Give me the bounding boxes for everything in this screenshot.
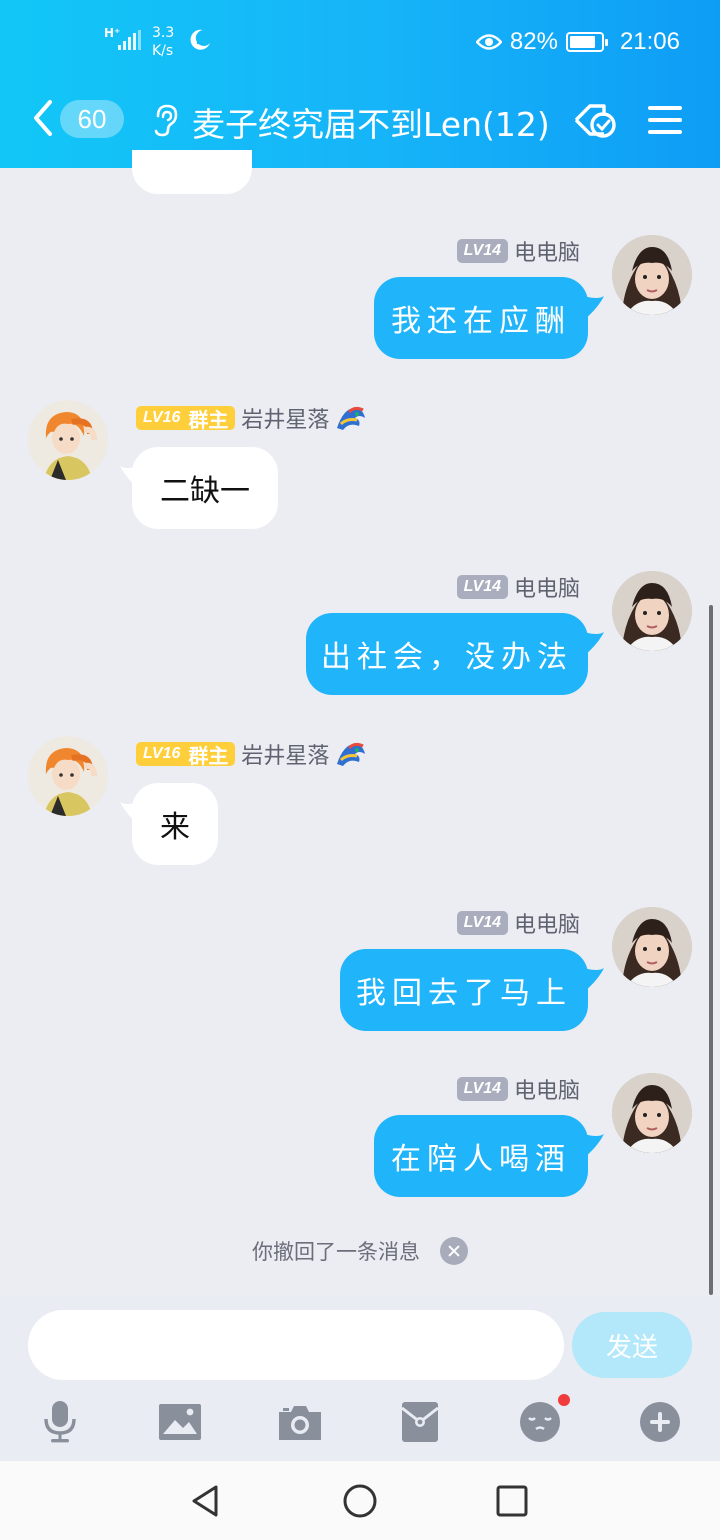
ear-icon[interactable]: [150, 102, 180, 138]
scrollbar[interactable]: [709, 605, 713, 1295]
image-icon[interactable]: [156, 1398, 204, 1446]
battery-percent: 82%: [509, 28, 558, 55]
avatar[interactable]: [612, 235, 692, 315]
sender-row: LV16 群主 岩井星落: [136, 402, 367, 434]
previous-message-bubble: [132, 150, 252, 194]
notification-dot: [558, 1394, 570, 1406]
plus-icon[interactable]: [636, 1398, 684, 1446]
level-badge: LV16 群主: [136, 742, 236, 768]
back-nav-icon[interactable]: [186, 1481, 226, 1521]
bubble-tail: [584, 1134, 604, 1158]
level-text: LV16: [143, 409, 181, 426]
microphone-icon[interactable]: [36, 1398, 84, 1446]
camera-icon[interactable]: [276, 1398, 324, 1446]
bubble-tail: [584, 296, 604, 320]
avatar[interactable]: [612, 1073, 692, 1153]
battery-icon: [565, 32, 608, 52]
avatar[interactable]: [28, 736, 108, 816]
sender-row: LV14 电电脑: [456, 235, 580, 267]
sender-row: LV14 电电脑: [456, 907, 580, 939]
sender-row: LV16 群主 岩井星落: [136, 738, 367, 770]
level-badge: LV14: [456, 575, 508, 599]
home-nav-icon[interactable]: [340, 1481, 380, 1521]
bubble-tail: [584, 632, 604, 656]
bubble-tail: [584, 968, 604, 992]
clock: 21:06: [619, 28, 680, 55]
send-button[interactable]: 发送: [572, 1312, 692, 1378]
recent-apps-icon[interactable]: [492, 1481, 532, 1521]
message-bubble[interactable]: 我回去了马上: [340, 949, 588, 1031]
status-right: 82% 21:06: [475, 28, 680, 56]
input-area: 发送: [0, 1296, 720, 1461]
message-bubble[interactable]: 我还在应酬: [374, 277, 588, 359]
red-packet-icon[interactable]: [396, 1398, 444, 1446]
system-nav-bar: [0, 1461, 720, 1540]
moon-icon: [190, 29, 210, 50]
close-icon[interactable]: [440, 1237, 468, 1265]
sender-name: 岩井星落: [241, 744, 330, 769]
level-badge: LV14: [456, 239, 508, 263]
back-icon[interactable]: [28, 96, 58, 140]
avatar[interactable]: [612, 907, 692, 987]
message-bubble[interactable]: 来: [132, 783, 218, 865]
chat-title: 麦子终究届不到Len(12): [192, 105, 550, 144]
message-bubble[interactable]: 二缺一: [132, 447, 278, 529]
nav-bar: 60 麦子终究届不到Len(12): [0, 84, 720, 168]
sender-name: 电电脑: [513, 241, 580, 266]
message-bubble[interactable]: 在陪人喝酒: [374, 1115, 588, 1197]
menu-icon[interactable]: [642, 98, 690, 142]
eye-icon: [475, 34, 502, 50]
message-input[interactable]: [28, 1310, 564, 1380]
medal-icon: [335, 404, 367, 432]
signal-icon: [118, 30, 141, 50]
sender-name: 电电脑: [513, 913, 580, 938]
input-toolbar: [0, 1392, 720, 1452]
level-badge: LV16 群主: [136, 406, 236, 432]
sender-row: LV14 电电脑: [456, 1073, 580, 1105]
app-header: H⁺ 3.3 K/s 82% 21:06 60 麦子终究届不到Len(12): [0, 0, 720, 168]
system-notice: 你撤回了一条消息: [0, 1236, 720, 1266]
network-speed: 3.3 K/s: [152, 24, 174, 60]
speed-unit: K/s: [152, 43, 174, 59]
sender-name: 电电脑: [513, 577, 580, 602]
sender-name: 岩井星落: [241, 408, 330, 433]
level-text: LV16: [143, 745, 181, 762]
battery-level: [569, 36, 595, 48]
message-bubble[interactable]: 出社会，没办法: [306, 613, 588, 695]
level-badge: LV14: [456, 1077, 508, 1101]
unread-badge[interactable]: 60: [60, 100, 124, 138]
status-bar: H⁺ 3.3 K/s 82% 21:06: [0, 0, 720, 84]
sender-name: 电电脑: [513, 1079, 580, 1104]
emoji-icon[interactable]: [516, 1394, 570, 1446]
sender-row: LV14 电电脑: [456, 571, 580, 603]
recall-text: 你撤回了一条消息: [252, 1240, 420, 1264]
role-text: 群主: [188, 409, 229, 432]
speed-value: 3.3: [152, 25, 175, 41]
level-badge: LV14: [456, 911, 508, 935]
role-text: 群主: [188, 745, 229, 768]
medal-icon: [335, 740, 367, 768]
avatar[interactable]: [612, 571, 692, 651]
sync-icon[interactable]: [572, 98, 620, 142]
avatar[interactable]: [28, 400, 108, 480]
